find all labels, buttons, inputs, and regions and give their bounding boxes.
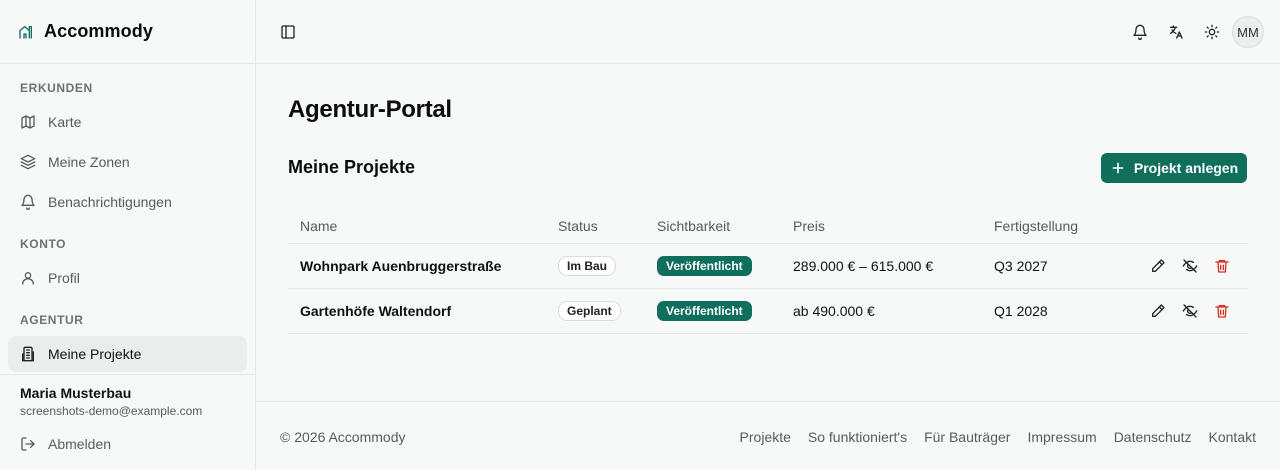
table-header: Name Status Sichtbarkeit Preis Fertigste… (288, 208, 1248, 244)
edit-pencil-icon[interactable] (1150, 303, 1166, 319)
sidebar-toggle-button[interactable] (278, 22, 298, 42)
building-icon (20, 346, 36, 362)
project-price: 289.000 € – 615.000 € (793, 258, 934, 274)
user-icon (20, 270, 36, 286)
sidebar-item-label: Meine Projekte (48, 346, 142, 362)
add-project-label: Projekt anlegen (1133, 160, 1239, 176)
map-icon (20, 114, 36, 130)
user-name: Maria Musterbau (20, 385, 132, 401)
sidebar-item-label: Meine Zonen (48, 154, 130, 170)
footer-link-how-it-works[interactable]: So funktioniert's (808, 429, 907, 445)
user-email: screenshots-demo@example.com (20, 404, 203, 418)
footer: © 2026 Accommody Projekte So funktionier… (256, 401, 1280, 470)
sidebar: Accommody ERKUNDEN Karte Meine Zonen Ben… (0, 0, 256, 470)
brand-name: Accommody (44, 21, 153, 41)
column-header-completion[interactable]: Fertigstellung (994, 208, 1078, 243)
language-button[interactable] (1166, 22, 1186, 42)
bell-icon (20, 194, 36, 210)
footer-link-developers[interactable]: Für Bauträger (924, 429, 1010, 445)
sidebar-item-label: Benachrichtigungen (48, 194, 172, 210)
projects-table: Name Status Sichtbarkeit Preis Fertigste… (288, 208, 1248, 334)
project-completion: Q3 2027 (994, 258, 1048, 274)
sidebar-item-label: Karte (48, 114, 82, 130)
column-header-price[interactable]: Preis (793, 208, 825, 243)
column-header-name[interactable]: Name (300, 208, 337, 243)
footer-link-privacy[interactable]: Datenschutz (1114, 429, 1192, 445)
row-actions (1150, 244, 1230, 288)
visibility-badge: Veröffentlicht (657, 256, 752, 276)
sidebar-item-notifications[interactable]: Benachrichtigungen (8, 184, 247, 220)
notifications-button[interactable] (1130, 22, 1150, 42)
footer-links: Projekte So funktioniert's Für Bauträger… (740, 429, 1256, 445)
section-label-agency: AGENTUR (20, 313, 84, 327)
footer-link-contact[interactable]: Kontakt (1209, 429, 1256, 445)
sidebar-item-label: Profil (48, 270, 80, 286)
status-badge: Geplant (558, 301, 621, 321)
project-name[interactable]: Wohnpark Auenbruggerstraße (300, 244, 501, 288)
copyright: © 2026 Accommody (280, 429, 406, 445)
footer-link-imprint[interactable]: Impressum (1027, 429, 1096, 445)
project-price: ab 490.000 € (793, 303, 875, 319)
layers-icon (20, 154, 36, 170)
sidebar-item-zones[interactable]: Meine Zonen (8, 144, 247, 180)
topbar: MM (256, 0, 1280, 64)
trash-icon[interactable] (1214, 303, 1230, 319)
row-actions (1150, 289, 1230, 333)
project-name[interactable]: Gartenhöfe Waltendorf (300, 289, 451, 333)
status-badge: Im Bau (558, 256, 617, 276)
plus-icon (1110, 160, 1126, 176)
theme-toggle-button[interactable] (1202, 22, 1222, 42)
footer-link-projects[interactable]: Projekte (740, 429, 791, 445)
house-logo-icon (16, 22, 36, 42)
sun-icon (1204, 24, 1220, 40)
sidebar-item-map[interactable]: Karte (8, 104, 247, 140)
translate-icon (1168, 24, 1184, 40)
sidebar-item-my-projects[interactable]: Meine Projekte (8, 336, 247, 372)
logout-label: Abmelden (48, 436, 112, 452)
edit-pencil-icon[interactable] (1150, 258, 1166, 274)
user-block: Maria Musterbau screenshots-demo@example… (0, 374, 255, 418)
table-row[interactable]: Gartenhöfe Waltendorf Geplant Veröffentl… (288, 289, 1248, 334)
column-header-status[interactable]: Status (558, 208, 598, 243)
trash-icon[interactable] (1214, 258, 1230, 274)
project-completion: Q1 2028 (994, 303, 1048, 319)
brand[interactable]: Accommody (0, 0, 255, 64)
sidebar-item-profile[interactable]: Profil (8, 260, 247, 296)
logout-icon (20, 436, 36, 452)
column-header-visibility[interactable]: Sichtbarkeit (657, 208, 730, 243)
section-label-explore: ERKUNDEN (20, 81, 93, 95)
eye-off-icon[interactable] (1182, 303, 1198, 319)
eye-off-icon[interactable] (1182, 258, 1198, 274)
section-label-account: KONTO (20, 237, 67, 251)
avatar[interactable]: MM (1232, 16, 1264, 48)
bell-icon (1132, 24, 1148, 40)
add-project-button[interactable]: Projekt anlegen (1101, 153, 1247, 183)
section-title: Meine Projekte (288, 157, 416, 177)
table-row[interactable]: Wohnpark Auenbruggerstraße Im Bau Veröff… (288, 244, 1248, 289)
visibility-badge: Veröffentlicht (657, 301, 752, 321)
logout-button[interactable]: Abmelden (8, 426, 247, 462)
panel-left-icon (280, 24, 296, 40)
page-title: Agentur-Portal (288, 96, 452, 123)
